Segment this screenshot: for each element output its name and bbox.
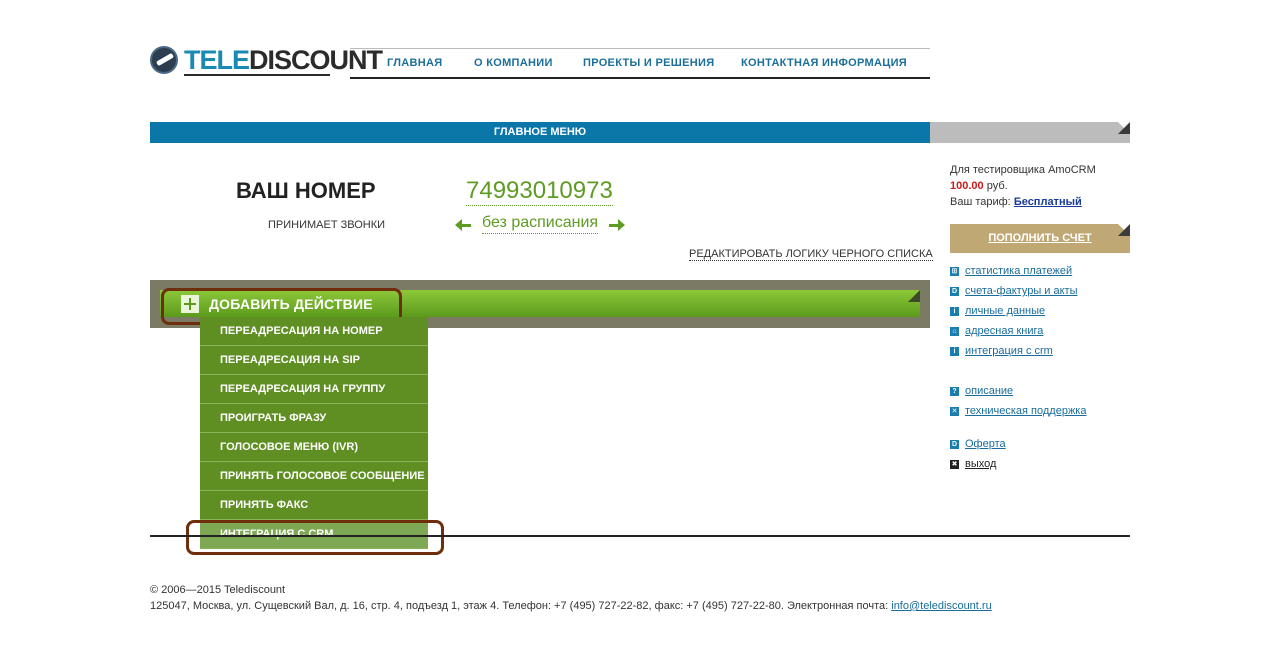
logo[interactable]: TELEDISCOUNT [150,44,383,78]
corner-fold-icon [1118,224,1130,236]
account-info: Для тестировщика AmoCRM 100.00 руб. Ваш … [950,162,1096,210]
account-balance: 100.00 руб. [950,180,1008,192]
document-icon: D [950,440,959,449]
action-forward-number[interactable]: ПЕРЕАДРЕСАЦИЯ НА НОМЕР [200,317,428,346]
email-link[interactable]: info@telediscount.ru [891,600,991,612]
phone-number[interactable]: 74993010973 [466,177,613,206]
edit-blacklist-link[interactable]: РЕДАКТИРОВАТЬ ЛОГИКУ ЧЕРНОГО СПИСКА [689,248,933,261]
action-play-phrase[interactable]: ПРОИГРАТЬ ФРАЗУ [200,404,428,433]
action-dropdown: ПЕРЕАДРЕСАЦИЯ НА НОМЕР ПЕРЕАДРЕСАЦИЯ НА … [200,317,428,549]
footer-address: 125047, Москва, ул. Сущевский Вал, д. 16… [150,600,992,612]
info-icon: i [950,347,959,356]
tariff-link[interactable]: Бесплатный [1014,196,1082,208]
copyright: © 2006—2015 Telediscount [150,584,286,596]
grid-icon: ⊞ [950,267,959,276]
highlight-crm-integration [186,520,444,555]
account-user: Для тестировщика AmoCRM [950,164,1096,176]
action-forward-sip[interactable]: ПЕРЕАДРЕСАЦИЯ НА SIP [200,346,428,375]
corner-fold-icon [1118,122,1130,134]
corner-fold-icon [908,290,920,302]
action-forward-group[interactable]: ПЕРЕАДРЕСАЦИЯ НА ГРУППУ [200,375,428,404]
nav-projects[interactable]: ПРОЕКТЫ И РЕШЕНИЯ [583,57,714,69]
nav-contacts[interactable]: КОНТАКТНАЯ ИНФОРМАЦИЯ [741,57,907,69]
footer-divider [150,535,1130,537]
schedule-link[interactable]: без расписания [482,213,599,234]
action-fax[interactable]: ПРИНЯТЬ ФАКС [200,491,428,520]
arrow-left-icon[interactable] [455,219,471,231]
close-icon: ✖ [950,460,959,469]
accepts-calls-label: ПРИНИМАЕТ ЗВОНКИ [268,219,386,231]
account-tariff: Ваш тариф: Бесплатный [950,196,1082,208]
main-menu-bar[interactable]: ГЛАВНОЕ МЕНЮ [150,122,930,143]
document-icon: D [950,287,959,296]
logo-underline [184,74,330,76]
home-icon: ⌂ [950,327,959,336]
your-number-label: ВАШ НОМЕР [236,178,376,203]
nav-about[interactable]: О КОМПАНИИ [474,57,553,69]
nav-home[interactable]: ГЛАВНАЯ [387,57,442,69]
info-icon: i [950,307,959,316]
top-up-button[interactable]: ПОПОЛНИТЬ СЧЕТ [950,224,1130,253]
help-icon: ? [950,387,959,396]
wrench-icon: ✕ [950,407,959,416]
action-ivr[interactable]: ГОЛОСОВОЕ МЕНЮ (IVR) [200,433,428,462]
action-voicemail[interactable]: ПРИНЯТЬ ГОЛОСОВОЕ СООБЩЕНИЕ [200,462,428,491]
account-header-bar [930,122,1130,143]
globe-icon [150,46,178,74]
arrow-right-icon[interactable] [609,219,625,231]
top-nav: ГЛАВНАЯ О КОМПАНИИ ПРОЕКТЫ И РЕШЕНИЯ КОН… [350,48,930,79]
